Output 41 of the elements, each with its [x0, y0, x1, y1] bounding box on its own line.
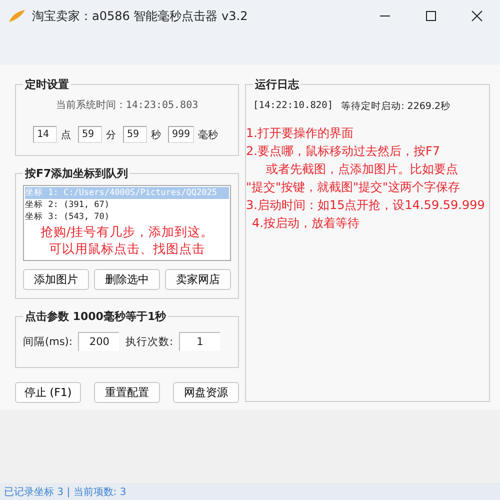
instruction-text: "提交"按键，就截图"提交"这两个字保存 — [246, 179, 460, 196]
instruction-text: 或者先截图，点添加图片。比如要点 — [266, 161, 458, 178]
feather-icon — [8, 9, 26, 23]
window-title: 淘宝卖家：a0586 智能毫秒点击器 v3.2 — [32, 8, 249, 25]
action-button[interactable]: 网盘资源 — [173, 382, 239, 403]
time-field[interactable]: 999 — [168, 126, 194, 143]
instruction-text: 1.打开要操作的界面 — [246, 125, 354, 142]
instruction-text: 4.按启动，放着等待 — [252, 215, 360, 232]
action-button[interactable]: 停止 (F1) — [15, 382, 81, 403]
instruction-text: 3.启动时间：如15点开抢，设14.59.59.999 — [246, 197, 485, 214]
time-field[interactable]: 59 — [78, 126, 102, 143]
group-title: 按F7添加坐标到队列 — [24, 166, 130, 181]
count-label: 执行次数: — [125, 334, 173, 348]
queue-button[interactable]: 删除选中 — [94, 269, 160, 290]
queue-item[interactable]: 坐标 2: (391, 67) — [25, 199, 229, 211]
action-button[interactable]: 重置配置 — [94, 382, 160, 403]
status-bar: 已记录坐标 3 | 当前项数: 3 — [0, 483, 500, 500]
log-time: [14:22:10.820] — [253, 100, 334, 113]
unit-label: 分 — [106, 128, 116, 142]
unit-label: 秒 — [150, 128, 161, 142]
unit-label: 点 — [60, 128, 71, 142]
interval-label: 间隔(ms): — [23, 334, 72, 348]
log-message: 等待定时启动: 2269.2秒 — [341, 100, 451, 113]
current-time: 当前系统时间：14:23:05.803 — [54, 98, 200, 112]
queue-button[interactable]: 添加图片 — [23, 269, 89, 290]
queue-button[interactable]: 卖家网店 — [165, 269, 231, 290]
queue-list[interactable]: 坐标 1: C:/Users/4000S/Pictures/QQ2025 坐标 2: (391, 67) 坐标 3: (543, 70) 抢购/挂号有几步，添加到这。 可以用鼠标点击、找图点击 — [23, 185, 231, 261]
group-title: 运行日志 — [254, 77, 300, 92]
group-title: 定时设置 — [24, 77, 70, 92]
maximize-icon[interactable] — [425, 10, 437, 22]
group-title: 点击参数 1000毫秒等于1秒 — [24, 309, 168, 324]
instruction-text: 2.要点哪，鼠标移动过去然后，按F7 — [246, 143, 440, 160]
unit-label: 毫秒 — [198, 128, 218, 142]
time-field[interactable]: 14 — [32, 126, 57, 143]
count-field[interactable]: 1 — [178, 332, 220, 351]
hint-text: 抢购/挂号有几步，添加到这。 — [39, 223, 215, 240]
interval-field[interactable]: 200 — [78, 332, 120, 351]
close-icon[interactable] — [471, 10, 483, 22]
time-field[interactable]: 59 — [122, 126, 147, 143]
queue-item[interactable]: 坐标 3: (543, 70) — [25, 211, 229, 223]
hint-text: 可以用鼠标点击、找图点击 — [48, 240, 206, 257]
